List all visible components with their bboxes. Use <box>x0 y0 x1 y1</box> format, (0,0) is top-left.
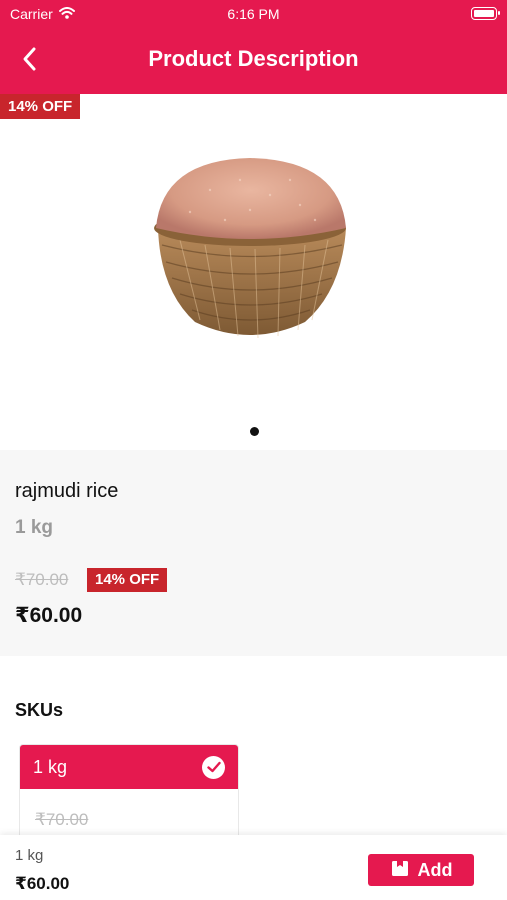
check-icon <box>202 755 225 779</box>
old-price: ₹70.00 <box>15 570 69 589</box>
add-button-label: Add <box>417 859 453 880</box>
bottom-weight: 1 kg <box>15 847 44 864</box>
add-to-cart-button[interactable]: Add <box>368 854 474 886</box>
shopping-bag-icon <box>390 858 410 883</box>
bottom-price: ₹60.00 <box>15 874 70 893</box>
carousel-dot[interactable] <box>250 427 259 436</box>
page-title: Product Description <box>148 46 359 71</box>
discount-flag: 14% OFF <box>0 94 81 119</box>
product-weight: 1 kg <box>15 517 54 538</box>
status-bar: Carrier 6:16 PM <box>0 0 507 28</box>
header-bar: Carrier 6:16 PM Product Description <box>0 0 507 94</box>
product-price: ₹60.00 <box>15 604 83 627</box>
sku-card[interactable]: 1 kg ₹70.00 <box>19 744 239 844</box>
skus-title: SKUs <box>15 700 64 720</box>
battery-icon <box>471 7 500 20</box>
sku-old-price: ₹70.00 <box>35 810 89 829</box>
status-time: 6:16 PM <box>227 6 280 22</box>
discount-badge: 14% OFF <box>87 568 168 592</box>
sku-option-1kg[interactable]: 1 kg <box>20 745 238 789</box>
bottom-cart-bar: 1 kg ₹60.00 Add <box>0 835 507 900</box>
sku-label: 1 kg <box>33 756 68 777</box>
product-image[interactable] <box>150 150 350 350</box>
product-name: rajmudi rice <box>15 480 119 502</box>
